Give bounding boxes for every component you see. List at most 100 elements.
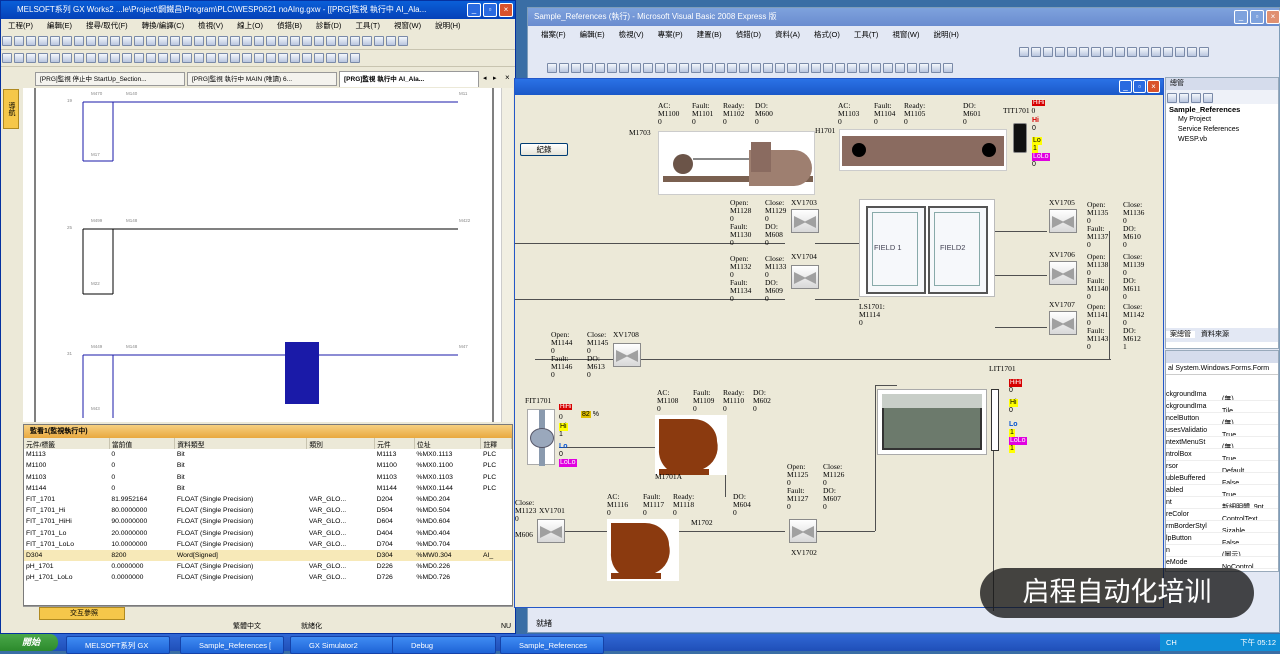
tab-startup[interactable]: [PRG]監視 停止中 StartUp_Section... xyxy=(35,72,185,86)
toolbar-button-icon[interactable] xyxy=(134,53,144,63)
toolbar-button-icon[interactable] xyxy=(86,36,96,46)
toolbar-button-icon[interactable] xyxy=(1067,47,1077,57)
toolbar-button-icon[interactable] xyxy=(218,36,228,46)
gx-menu-item[interactable]: 偵錯(B) xyxy=(277,21,302,30)
toolbar-button-icon[interactable] xyxy=(74,53,84,63)
vb-menu-item[interactable]: 建置(B) xyxy=(697,30,722,39)
solution-item[interactable]: Service References xyxy=(1166,125,1278,135)
watch-row[interactable]: D304 8200 Word[Signed] D304 %MW0.304 AI_ xyxy=(24,549,512,562)
toolbar-button-icon[interactable] xyxy=(1031,47,1041,57)
gx-titlebar[interactable]: MELSOFT系列 GX Works2 ...le\Project\鋼鐵昌\Pr… xyxy=(1,1,515,19)
toolbar-button-icon[interactable] xyxy=(871,63,881,73)
watch-cell[interactable]: 10.0000000 xyxy=(109,539,175,550)
solution-item[interactable]: WESP.vb xyxy=(1166,135,1278,145)
property-row[interactable]: nt新細明體, 9pt xyxy=(1166,497,1278,509)
properties-icon[interactable] xyxy=(1167,93,1177,103)
toolbar-button-icon[interactable] xyxy=(1019,47,1029,57)
toolbar-button-icon[interactable] xyxy=(386,36,396,46)
toolbar-button-icon[interactable] xyxy=(787,63,797,73)
watch-column-header[interactable]: 位址 xyxy=(414,438,482,450)
watch-row[interactable]: FIT_1701_Hi 80.0000000 FLOAT (Single Preci… xyxy=(24,505,512,516)
tray-clock[interactable]: 下午 05:12 xyxy=(1240,634,1276,651)
taskbar-button[interactable]: MELSOFT系列 GX xyxy=(66,636,170,654)
toolbar-button-icon[interactable] xyxy=(314,36,324,46)
toolbar-button-icon[interactable] xyxy=(703,63,713,73)
toolbar-button-icon[interactable] xyxy=(571,63,581,73)
toolbar-button-icon[interactable] xyxy=(1139,47,1149,57)
properties-header[interactable] xyxy=(1166,351,1278,363)
toolbar-button-icon[interactable] xyxy=(350,36,360,46)
watch-row[interactable]: FIT_1701_Lo 20.0000000 FLOAT (Single Preci… xyxy=(24,528,512,539)
hmi-close-icon[interactable]: × xyxy=(1147,80,1160,93)
xv1701-valve-icon[interactable] xyxy=(537,519,565,543)
gx-menu-item[interactable]: 檢視(V) xyxy=(198,21,223,30)
toolbar-button-icon[interactable] xyxy=(859,63,869,73)
toolbar-button-icon[interactable] xyxy=(1199,47,1209,57)
toolbar-button-icon[interactable] xyxy=(254,36,264,46)
property-row[interactable]: ckgroundImaTile xyxy=(1166,401,1278,413)
vb-menu-item[interactable]: 偵錯(D) xyxy=(736,30,761,39)
toolbar-button-icon[interactable] xyxy=(158,53,168,63)
toolbar-button-icon[interactable] xyxy=(146,36,156,46)
toolbar-button-icon[interactable] xyxy=(619,63,629,73)
property-row[interactable]: usesValidatioTrue xyxy=(1166,425,1278,437)
xv1702-valve-icon[interactable] xyxy=(789,519,817,543)
h1701-heater-image[interactable] xyxy=(839,129,1007,171)
toolbar-button-icon[interactable] xyxy=(242,36,252,46)
tab-scroll-right-icon[interactable]: ▸ xyxy=(493,74,497,82)
toolbar-button-icon[interactable] xyxy=(763,63,773,73)
watch-cell[interactable]: 80.0000000 xyxy=(109,505,175,516)
watch-row[interactable]: M1113 0 Bit M1113 %MX0.1113 PLC xyxy=(24,449,512,460)
tab-data-sources[interactable]: 資料來源 xyxy=(1197,331,1233,338)
toolbar-button-icon[interactable] xyxy=(823,63,833,73)
toolbar-button-icon[interactable] xyxy=(1175,47,1185,57)
toolbar-button-icon[interactable] xyxy=(170,36,180,46)
property-row[interactable]: abledTrue xyxy=(1166,485,1278,497)
watch-cell[interactable]: 90.0000000 xyxy=(109,516,175,527)
property-row[interactable]: ntextMenuSt(無) xyxy=(1166,437,1278,449)
ladder-vertical-scrollbar[interactable] xyxy=(501,88,513,422)
fit1701-flowmeter-image[interactable] xyxy=(527,409,555,466)
field-tank[interactable]: FIELD 1 FIELD2 xyxy=(859,199,995,297)
toolbar-button-icon[interactable] xyxy=(559,63,569,73)
gx-menu-item[interactable]: 工程(P) xyxy=(8,21,33,30)
watch-cell[interactable]: 0 xyxy=(109,460,175,471)
toolbar-button-icon[interactable] xyxy=(1163,47,1173,57)
vb-menu-item[interactable]: 說明(H) xyxy=(934,30,959,39)
watch-row[interactable]: pH_1701_LoLo 0.0000000 FLOAT (Single Preci… xyxy=(24,572,512,583)
toolbar-button-icon[interactable] xyxy=(110,53,120,63)
toolbar-button-icon[interactable] xyxy=(1079,47,1089,57)
property-row[interactable]: rmBorderStylSizable xyxy=(1166,521,1278,533)
toolbar-button-icon[interactable] xyxy=(110,36,120,46)
toolbar-button-icon[interactable] xyxy=(799,63,809,73)
toolbar-button-icon[interactable] xyxy=(1103,47,1113,57)
toolbar-button-icon[interactable] xyxy=(398,36,408,46)
property-row[interactable]: ubleBufferedFalse xyxy=(1166,473,1278,485)
toolbar-button-icon[interactable] xyxy=(1091,47,1101,57)
vb-close-icon[interactable]: × xyxy=(1266,10,1280,24)
watch-row[interactable]: M1100 0 Bit M1100 %MX0.1100 PLC xyxy=(24,460,512,471)
toolbar-button-icon[interactable] xyxy=(98,36,108,46)
toolbar-button-icon[interactable] xyxy=(62,53,72,63)
toolbar-button-icon[interactable] xyxy=(883,63,893,73)
toolbar-button-icon[interactable] xyxy=(302,36,312,46)
solution-explorer-header[interactable]: 總管 xyxy=(1166,78,1278,90)
gx-menu-item[interactable]: 診斷(D) xyxy=(316,21,341,30)
toolbar-button-icon[interactable] xyxy=(206,53,216,63)
toolbar-button-icon[interactable] xyxy=(86,53,96,63)
vb-menu-item[interactable]: 編輯(E) xyxy=(580,30,605,39)
m1702-pump-image[interactable] xyxy=(607,519,679,581)
toolbar-button-icon[interactable] xyxy=(811,63,821,73)
toolbar-button-icon[interactable] xyxy=(242,53,252,63)
toolbar-button-icon[interactable] xyxy=(218,53,228,63)
toolbar-button-icon[interactable] xyxy=(314,53,324,63)
taskbar-button[interactable]: Sample_References [ xyxy=(180,636,284,654)
watch-cell[interactable]: 8200 xyxy=(109,550,175,561)
solution-root[interactable]: Sample_References xyxy=(1166,104,1278,115)
minimize-icon[interactable]: _ xyxy=(467,3,481,17)
toolbar-button-icon[interactable] xyxy=(74,36,84,46)
toolbar-button-icon[interactable] xyxy=(847,63,857,73)
toolbar-button-icon[interactable] xyxy=(146,53,156,63)
toolbar-button-icon[interactable] xyxy=(679,63,689,73)
solution-item[interactable]: My Project xyxy=(1166,115,1278,125)
